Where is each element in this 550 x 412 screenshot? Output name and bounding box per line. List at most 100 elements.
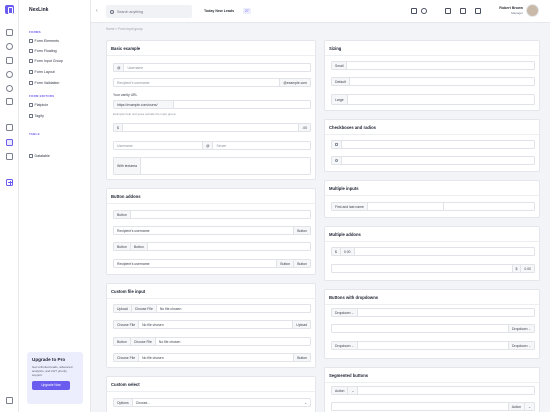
divider (107, 298, 315, 299)
file-input-group-3[interactable]: Button Choose File No file chosen (113, 337, 311, 346)
addon-button[interactable]: Button (276, 260, 294, 267)
card-title: Buttons with dropdowns (329, 295, 379, 300)
theme-toggle-icon[interactable] (421, 8, 427, 14)
divider (325, 134, 539, 135)
vanity-url-input-group[interactable]: https://example.com/users/ (113, 100, 311, 109)
radio-button[interactable] (335, 159, 338, 162)
addon-button[interactable]: Button (130, 243, 148, 250)
recipient-input-group[interactable]: Recipient's username @example.com (113, 78, 311, 87)
dropdown-button[interactable]: Dropdown ⌄ (508, 342, 534, 349)
divider (325, 304, 539, 305)
sidebar-item-flatpickr[interactable]: Flatpickr (29, 102, 48, 108)
report-icon[interactable] (6, 124, 13, 131)
textarea-input-group[interactable]: With textarea (113, 157, 311, 175)
back-chevron-icon[interactable]: ‹ (96, 8, 98, 14)
dropdown-group-1[interactable]: Dropdown ⌄ (331, 308, 535, 317)
chart-icon[interactable] (6, 153, 13, 160)
form-icon (29, 70, 33, 74)
sidebar-item-form-floating[interactable]: Form Floating (29, 48, 57, 54)
sidebar-item-form-input-group[interactable]: Form Input Group (29, 58, 63, 64)
fingerprint-icon[interactable] (6, 85, 13, 92)
large-input-group[interactable]: Large (331, 94, 535, 105)
chevron-down-icon[interactable]: ⌄ (348, 387, 359, 394)
dropdown-group-3[interactable]: Dropdown ⌄ Dropdown ⌄ (331, 341, 535, 350)
search-input[interactable]: Search anything (106, 5, 192, 18)
upgrade-button[interactable]: Upgrade Now (32, 380, 70, 390)
button-addon-group-3[interactable]: Button Button (113, 242, 311, 251)
addon-button[interactable]: Button (114, 243, 131, 250)
button-addon-group-2[interactable]: Recipient's username Button (113, 226, 311, 235)
sidebar-item-form-layout[interactable]: Form Layout (29, 69, 55, 75)
action-button[interactable]: Action (507, 403, 525, 410)
addon-button[interactable]: Button (114, 338, 131, 345)
table-icon[interactable] (6, 139, 13, 146)
addon-button[interactable]: Button (114, 211, 131, 218)
promo-text: Get unlimited leads, advanced analytics,… (32, 365, 73, 378)
home-icon[interactable] (6, 29, 13, 36)
checkbox[interactable] (335, 143, 338, 146)
icon-rail (0, 0, 19, 412)
custom-select-group[interactable]: Options Choose... ⌄ (113, 398, 311, 407)
dropdown-group-2[interactable]: Dropdown ⌄ (331, 324, 535, 333)
small-input-group[interactable]: Small (331, 61, 535, 70)
radio-input-group[interactable] (331, 156, 535, 165)
first-last-name-group[interactable]: First and last name (331, 202, 535, 211)
choose-select[interactable]: Choose... (133, 399, 301, 406)
add-icon[interactable] (6, 179, 13, 186)
action-button[interactable]: Action (332, 387, 349, 394)
dropdown-button[interactable]: Dropdown ⌄ (332, 342, 358, 349)
card-title: Basic example (111, 46, 141, 51)
tag-icon (29, 114, 33, 118)
card-title: Checkboxes and radios (329, 125, 377, 130)
user-server-input-group[interactable]: Username @ Server (113, 141, 311, 150)
table-icon (29, 154, 33, 158)
addon-button[interactable]: Button (293, 354, 310, 361)
choose-file-button[interactable]: Choose File (114, 321, 140, 328)
sidebar-item-datatable[interactable]: Datatable (29, 153, 50, 159)
dropdown-button[interactable]: Dropdown ⌄ (332, 309, 358, 316)
grid-icon[interactable] (6, 98, 13, 105)
sidebar-item-form-elements[interactable]: Form Elements (29, 38, 59, 44)
file-input-group-1[interactable]: Upload Choose File No file chosen (113, 304, 311, 313)
dropdown-button[interactable]: Dropdown ⌄ (508, 325, 534, 332)
default-input-group[interactable]: Default (331, 77, 535, 86)
button-addon-group-1[interactable]: Button (113, 210, 311, 219)
multiple-addons-group-1[interactable]: $ 0.00 (331, 247, 535, 256)
mail-icon[interactable] (6, 57, 13, 64)
brand-name: NexLink (29, 7, 49, 13)
choose-file-button[interactable]: Choose File (114, 354, 140, 361)
form-icon (29, 49, 33, 53)
notification-bell-icon[interactable] (445, 8, 451, 14)
shopping-bag-icon[interactable] (460, 8, 466, 14)
segmented-group-1[interactable]: Action ⌄ (331, 386, 535, 395)
top-header: ‹ Search anything Today New Leads 27 Rob… (91, 0, 550, 23)
card-title: Multiple addons (329, 232, 361, 237)
button-addon-group-4[interactable]: Recipient's username Button Button (113, 259, 311, 268)
file-input-group-2[interactable]: Choose File No file chosen Upload (113, 320, 311, 329)
addon-button[interactable]: Button (293, 260, 310, 267)
choose-file-button[interactable]: Choose File (131, 305, 157, 312)
logout-icon[interactable] (6, 397, 13, 404)
username-input-group[interactable]: @ Username (113, 63, 311, 72)
choose-file-button[interactable]: Choose File (130, 338, 156, 345)
segmented-group-2[interactable]: Action ⌄ (331, 402, 535, 411)
sidebar-item-form-validation[interactable]: Form Validation (29, 80, 59, 86)
card-title: Custom file input (111, 289, 146, 294)
card-title: Multiple inputs (329, 186, 359, 191)
divider (325, 55, 539, 56)
addon-button[interactable]: Button (293, 227, 310, 234)
card-title: Custom select (111, 382, 140, 387)
options-label: Options (114, 399, 133, 406)
settings-gear-icon[interactable] (475, 8, 481, 14)
bell-icon[interactable] (6, 71, 13, 78)
bug-icon[interactable] (6, 43, 13, 50)
multiple-addons-group-2[interactable]: $ 0.00 (331, 264, 535, 273)
checkbox-input-group[interactable] (331, 140, 535, 149)
sparkle-icon[interactable] (411, 8, 417, 14)
chevron-down-icon[interactable]: ⌄ (524, 403, 534, 410)
sidebar-item-tagify[interactable]: Tagify (29, 113, 44, 119)
file-input-group-4[interactable]: Choose File No file chosen Button (113, 353, 311, 362)
amount-input-group[interactable]: $ .00 (113, 123, 311, 132)
app-logo-icon[interactable] (5, 5, 14, 14)
user-avatar[interactable] (526, 4, 539, 17)
